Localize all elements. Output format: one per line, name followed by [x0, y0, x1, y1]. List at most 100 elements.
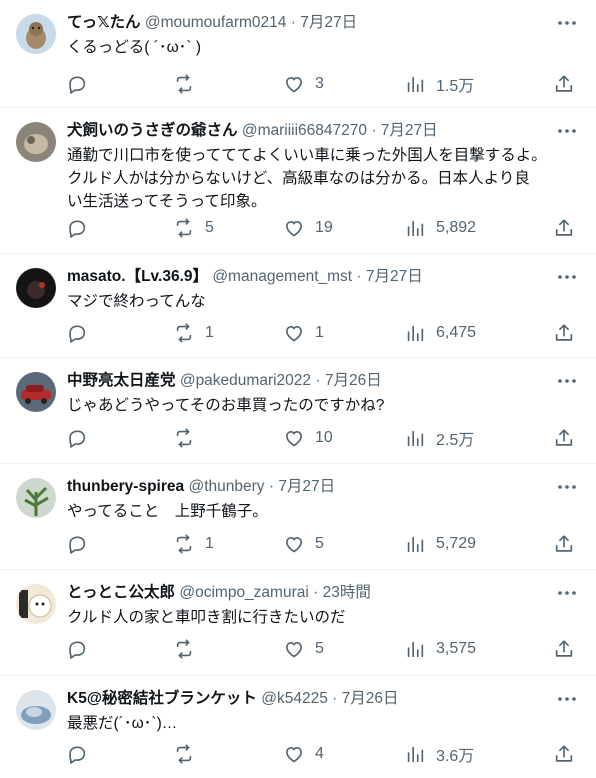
- views-button[interactable]: 6,475: [404, 321, 476, 345]
- post-time[interactable]: 7月26日: [342, 690, 399, 707]
- analytics-icon: [407, 746, 424, 763]
- retweet-button[interactable]: [173, 742, 205, 766]
- views-button[interactable]: 1.5万: [404, 72, 474, 96]
- retweet-button[interactable]: 1: [173, 532, 214, 556]
- more-options-icon[interactable]: [556, 266, 578, 288]
- reply-button[interactable]: [66, 532, 98, 556]
- share-button[interactable]: [553, 321, 575, 345]
- post-time[interactable]: 7月27日: [381, 122, 438, 139]
- reply-button[interactable]: [66, 426, 98, 450]
- avatar[interactable]: [16, 690, 56, 730]
- like-button[interactable]: 5: [283, 637, 324, 661]
- heart-icon: [286, 642, 302, 658]
- views-button[interactable]: 3.6万: [404, 742, 474, 766]
- display-name[interactable]: 中野亮太日産党: [67, 372, 176, 389]
- views-button[interactable]: 5,892: [404, 216, 476, 240]
- display-name[interactable]: K5@秘密結社ブランケット: [67, 690, 257, 707]
- share-button[interactable]: [553, 216, 575, 240]
- display-name[interactable]: とっとこ公太郎: [67, 584, 175, 601]
- views-button[interactable]: 3,575: [404, 637, 476, 661]
- views-button[interactable]: 2.5万: [404, 426, 474, 450]
- display-name[interactable]: 犬飼いのうさぎの爺さん: [67, 122, 238, 139]
- post-actions: 5 3,575: [0, 637, 596, 661]
- analytics-icon: [407, 76, 424, 93]
- heart-icon: [286, 221, 302, 237]
- like-button[interactable]: 3: [283, 72, 324, 96]
- post-item[interactable]: masato.【Lv.36.9】 @management_mst · 7月27日…: [0, 254, 596, 358]
- avatar[interactable]: [16, 14, 56, 54]
- retweet-count: 5: [205, 219, 214, 236]
- like-button[interactable]: 19: [283, 216, 333, 240]
- share-button[interactable]: [553, 637, 575, 661]
- user-handle[interactable]: @moumoufarm0214: [145, 14, 287, 31]
- analytics-icon: [407, 325, 424, 342]
- user-handle[interactable]: @management_mst: [212, 268, 352, 285]
- post-item[interactable]: 中野亮太日産党 @pakedumari2022 · 7月26日 じゃあどうやって…: [0, 358, 596, 464]
- reply-icon: [69, 536, 86, 554]
- display-name[interactable]: てっ𝕏たん: [67, 14, 141, 31]
- heart-icon: [286, 431, 302, 447]
- reply-button[interactable]: [66, 321, 98, 345]
- retweet-button[interactable]: 1: [173, 321, 214, 345]
- reply-button[interactable]: [66, 742, 98, 766]
- like-button[interactable]: 10: [283, 426, 333, 450]
- post-time[interactable]: 7月26日: [325, 372, 382, 389]
- avatar[interactable]: [16, 478, 56, 518]
- separator-dot: ·: [371, 122, 377, 139]
- share-button[interactable]: [553, 426, 575, 450]
- more-options-icon[interactable]: [556, 12, 578, 34]
- user-handle[interactable]: @mariiii66847270: [242, 122, 367, 139]
- like-button[interactable]: 5: [283, 532, 324, 556]
- share-button[interactable]: [553, 532, 575, 556]
- post-item[interactable]: K5@秘密結社ブランケット @k54225 · 7月26日 最悪だ(´･ω･`)…: [0, 676, 596, 778]
- like-button[interactable]: 1: [283, 321, 324, 345]
- retweet-count: 1: [205, 324, 214, 341]
- avatar[interactable]: [16, 372, 56, 412]
- more-options-icon[interactable]: [556, 688, 578, 710]
- retweet-button[interactable]: [173, 72, 205, 96]
- display-name[interactable]: thunbery-spirea: [67, 478, 184, 495]
- like-button[interactable]: 4: [283, 742, 324, 766]
- more-options-icon[interactable]: [556, 476, 578, 498]
- separator-dot: ·: [268, 478, 274, 495]
- view-count: 3.6万: [436, 748, 475, 765]
- share-icon: [555, 75, 573, 92]
- avatar[interactable]: [16, 268, 56, 308]
- view-count: 1.5万: [436, 78, 475, 95]
- retweet-button[interactable]: [173, 426, 205, 450]
- like-count: 3: [315, 75, 324, 92]
- display-name[interactable]: masato.【Lv.36.9】: [67, 268, 208, 285]
- post-item[interactable]: 犬飼いのうさぎの爺さん @mariiii66847270 · 7月27日 通勤で…: [0, 108, 596, 254]
- post-time[interactable]: 7月27日: [366, 268, 423, 285]
- heart-icon: [286, 747, 302, 763]
- post-item[interactable]: thunbery-spirea @thunbery · 7月27日 やってること…: [0, 464, 596, 570]
- retweet-button[interactable]: [173, 637, 205, 661]
- reply-button[interactable]: [66, 216, 98, 240]
- post-time[interactable]: 7月27日: [278, 478, 335, 495]
- views-button[interactable]: 5,729: [404, 532, 476, 556]
- reply-button[interactable]: [66, 72, 98, 96]
- avatar[interactable]: [16, 584, 56, 624]
- post-header: てっ𝕏たん @moumoufarm0214 · 7月27日: [67, 12, 556, 34]
- analytics-icon: [407, 220, 424, 237]
- user-handle[interactable]: @thunbery: [188, 478, 264, 495]
- post-time[interactable]: 7月27日: [300, 14, 357, 31]
- user-handle[interactable]: @pakedumari2022: [180, 372, 311, 389]
- post-time[interactable]: 23時間: [323, 584, 371, 601]
- more-options-icon[interactable]: [556, 582, 578, 604]
- separator-dot: ·: [313, 584, 319, 601]
- avatar[interactable]: [16, 122, 56, 162]
- more-options-icon[interactable]: [556, 370, 578, 392]
- post-item[interactable]: とっとこ公太郎 @ocimpo_zamurai · 23時間 クルド人の家と車叩…: [0, 570, 596, 676]
- retweet-button[interactable]: 5: [173, 216, 214, 240]
- separator-dot: ·: [315, 372, 321, 389]
- view-count: 3,575: [436, 640, 477, 657]
- reply-button[interactable]: [66, 637, 98, 661]
- user-handle[interactable]: @k54225: [261, 690, 328, 707]
- like-count: 10: [315, 429, 333, 446]
- share-button[interactable]: [553, 72, 575, 96]
- share-button[interactable]: [553, 742, 575, 766]
- user-handle[interactable]: @ocimpo_zamurai: [179, 584, 308, 601]
- post-item[interactable]: てっ𝕏たん @moumoufarm0214 · 7月27日 くるっどる( ´･ω…: [0, 0, 596, 108]
- more-options-icon[interactable]: [556, 120, 578, 142]
